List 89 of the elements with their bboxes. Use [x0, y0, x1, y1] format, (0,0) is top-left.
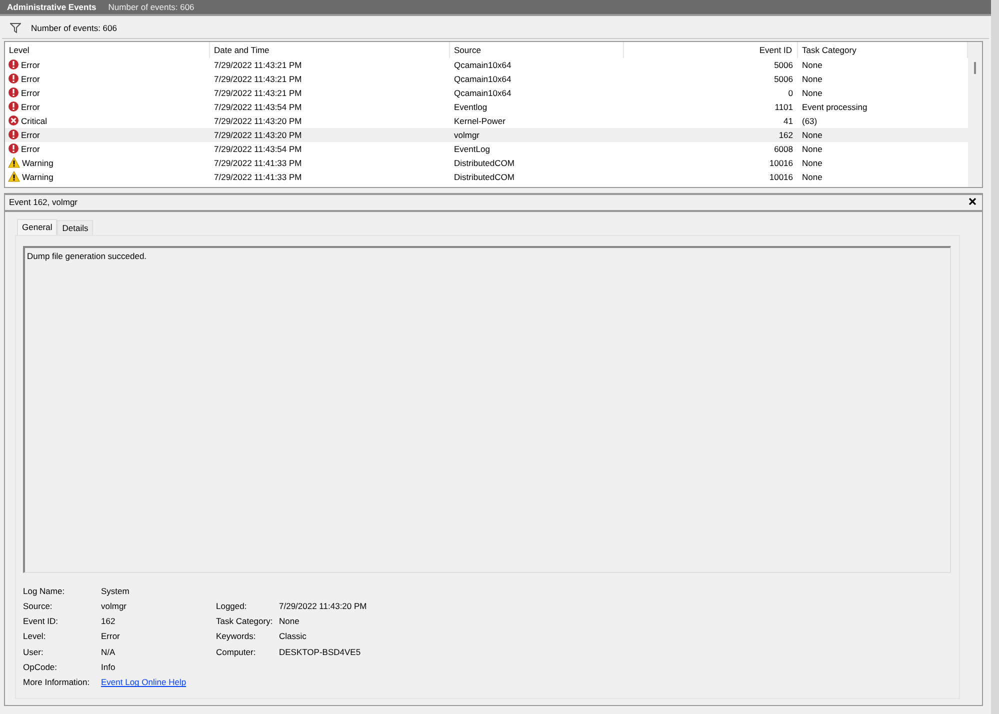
table-cell-text: 7/29/2022 11:43:54 PM: [213, 144, 303, 154]
table-cell: Error: [21, 144, 40, 154]
property-label: Logged:: [216, 600, 248, 611]
property-label: Task Category:: [216, 616, 274, 626]
property-label: More Information:: [23, 677, 91, 688]
table-cell-text: EventLog: [453, 144, 491, 154]
property-value: Info: [101, 662, 116, 672]
table-cell-text: None: [801, 144, 824, 154]
table-cell-text: None: [801, 88, 824, 98]
property-value: DESKTOP-BSD4VE5: [279, 646, 362, 657]
warning-icon: [8, 171, 20, 182]
scrollbar[interactable]: [968, 42, 982, 187]
property-label: OpCode:: [23, 662, 58, 672]
event-row[interactable]: Error 7/29/2022 11:43:54 PM EventLog 6008 None: [5, 142, 968, 156]
table-cell-text: None: [801, 158, 824, 168]
warning-icon: [8, 157, 20, 168]
table-cell-text: 7/29/2022 11:43:20 PM: [213, 130, 303, 140]
property-value: volmgr: [101, 600, 128, 611]
error-icon: [8, 101, 19, 112]
table-cell: Warning: [22, 172, 54, 182]
filter-count: Number of events: 606: [31, 22, 117, 33]
event-title: Event 162, volmgr: [9, 197, 78, 208]
table-cell-text: 7/29/2022 11:41:33 PM: [213, 158, 303, 168]
table-cell-text: 7/29/2022 11:43:21 PM: [213, 88, 303, 98]
message-text: Dump file generation succeded.: [27, 250, 147, 261]
error-icon: [8, 129, 19, 140]
table-cell: Warning: [22, 158, 54, 168]
property-value: Classic: [279, 631, 308, 642]
table-cell-text: None: [801, 74, 824, 84]
view-title: Administrative Events: [7, 2, 96, 12]
table-cell-text: 162: [778, 130, 794, 140]
table-cell: Error: [21, 60, 40, 70]
table-cell-text: 7/29/2022 11:43:54 PM: [213, 102, 303, 112]
table-cell-text: 41: [782, 116, 794, 126]
table-cell-text: None: [801, 172, 824, 182]
table-cell-text: 7/29/2022 11:41:33 PM: [213, 172, 303, 182]
table-cell: Error: [21, 102, 40, 112]
close-icon: [969, 198, 976, 205]
table-cell-text: Eventlog: [453, 102, 488, 112]
table-cell-text: None: [801, 130, 824, 140]
error-icon: [8, 73, 19, 84]
property-value: N/A: [101, 646, 116, 657]
table-cell-text: 10016: [768, 172, 794, 182]
table-cell: Error: [21, 88, 40, 98]
table-cell-text: 10016: [768, 158, 794, 168]
property-value: Error: [101, 631, 121, 642]
table-cell-text: 5006: [773, 60, 794, 70]
property-label: Event ID:: [23, 616, 59, 626]
error-icon: [8, 87, 19, 98]
table-cell-text: Qcamain10x64: [453, 74, 512, 84]
error-icon: [8, 59, 19, 70]
table-cell-text: 0: [787, 88, 794, 98]
close-button[interactable]: [969, 196, 976, 208]
property-label: Computer:: [216, 646, 257, 657]
event-count: Number of events: 606: [108, 2, 194, 12]
table-cell-text: DistributedCOM: [453, 172, 516, 182]
event-row[interactable]: Error 7/29/2022 11:43:20 PM volmgr 162 None: [5, 128, 968, 142]
property-label: Level:: [23, 631, 47, 642]
table-cell-text: None: [801, 60, 824, 70]
table-cell-text: Kernel-Power: [453, 116, 506, 126]
table-cell: Error: [21, 74, 40, 84]
property-label: Source:: [23, 600, 54, 611]
table-cell-text: Event processing: [801, 102, 868, 112]
tab[interactable]: General: [17, 218, 58, 235]
property-value: None: [279, 616, 300, 626]
table-cell-text: DistributedCOM: [453, 158, 516, 168]
property-label: Keywords:: [216, 631, 257, 642]
table-cell-text: 5006: [773, 74, 794, 84]
property-value: 162: [101, 616, 116, 626]
table-cell-text: 7/29/2022 11:43:21 PM: [213, 74, 303, 84]
table-cell-text: 7/29/2022 11:43:21 PM: [213, 60, 303, 70]
table-cell-text: volmgr: [453, 130, 481, 140]
property-value: 7/29/2022 11:43:20 PM: [279, 600, 368, 611]
table-cell: Critical: [21, 116, 47, 126]
property-label: User:: [23, 646, 44, 657]
table-cell-text: Qcamain10x64: [453, 88, 512, 98]
table-cell-text: (63): [801, 116, 818, 126]
error-icon: [8, 143, 19, 154]
filter-icon[interactable]: [10, 22, 21, 33]
critical-icon: [8, 115, 19, 126]
table-cell-text: 6008: [773, 144, 794, 154]
table-cell-text: Qcamain10x64: [453, 60, 512, 70]
property-label: Log Name:: [23, 586, 66, 596]
tab[interactable]: Details: [57, 220, 94, 235]
table-cell: Error: [21, 130, 40, 140]
property-value: System: [101, 586, 130, 596]
table-cell-text: 7/29/2022 11:43:20 PM: [213, 116, 303, 126]
table-cell-text: 1101: [774, 102, 794, 112]
help-link[interactable]: Event Log Online Help: [101, 677, 186, 688]
